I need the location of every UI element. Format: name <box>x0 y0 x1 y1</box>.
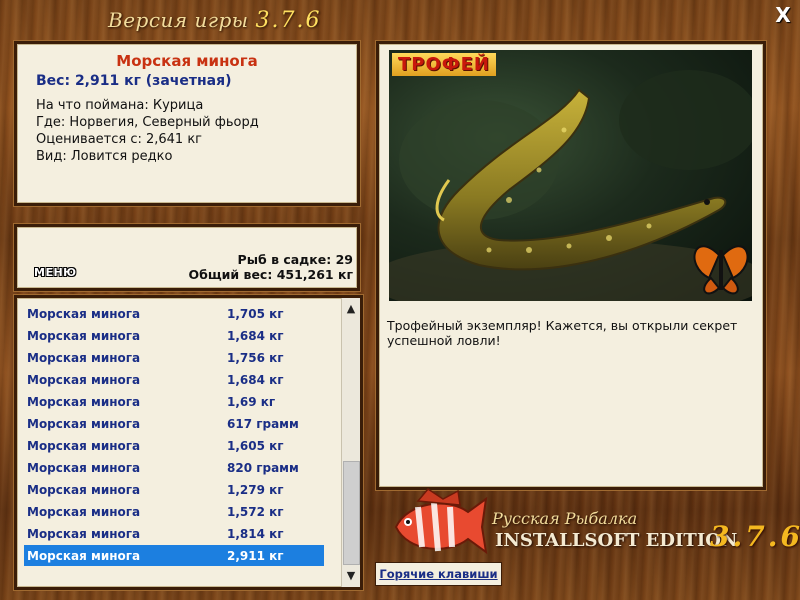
min-weight-info: Оценивается с: 2,641 кг <box>36 132 203 147</box>
brand-title: Русская Рыбалка <box>492 509 638 528</box>
list-item-weight: 1,605 кг <box>227 439 284 453</box>
scrollbar-thumb[interactable] <box>343 461 360 565</box>
hotkeys-button[interactable]: Горячие клавиши <box>375 562 502 586</box>
list-item-name: Морская минога <box>27 527 141 541</box>
list-item-weight: 820 грамм <box>227 461 299 475</box>
list-item-weight: 2,911 кг <box>227 549 284 563</box>
catch-info-panel: Морская минога Вес: 2,911 кг (зачетная) … <box>14 41 360 206</box>
brand-edition: INSTALLSOFT EDITION <box>495 530 738 551</box>
close-icon[interactable]: X <box>772 4 794 26</box>
list-item-name: Морская минога <box>27 307 141 321</box>
menu-button[interactable]: МЕНЮ <box>34 266 77 279</box>
location-info: Где: Норвегия, Северный фьорд <box>36 115 259 130</box>
list-item[interactable]: Морская минога 1,572 кг <box>24 501 324 522</box>
list-item-name: Морская минога <box>27 505 141 519</box>
window-title: Версия игры 3.7.6 <box>108 8 321 33</box>
list-item-weight: 1,572 кг <box>227 505 284 519</box>
list-item-weight: 1,684 кг <box>227 373 284 387</box>
list-item-weight: 617 грамм <box>227 417 299 431</box>
list-item-name: Морская минога <box>27 549 141 563</box>
list-item[interactable]: Морская минога 1,705 кг <box>24 303 324 324</box>
list-item-weight: 1,684 кг <box>227 329 284 343</box>
list-item[interactable]: Морская минога 1,684 кг <box>24 369 324 390</box>
catch-list[interactable]: Морская минога 1,705 кг Морская минога 1,68… <box>14 295 363 590</box>
list-item-name: Морская минога <box>27 439 141 453</box>
trophy-badge: ТРОФЕЙ <box>392 53 496 76</box>
chevron-down-icon[interactable]: ▼ <box>342 567 360 585</box>
list-item[interactable]: Морская минога 1,814 кг <box>24 523 324 544</box>
list-item-weight: 1,814 кг <box>227 527 284 541</box>
list-item[interactable]: Морская минога 1,279 кг <box>24 479 324 500</box>
list-item[interactable]: Морская минога 1,756 кг <box>24 347 324 368</box>
fish-weight: Вес: 2,911 кг (зачетная) <box>36 73 232 89</box>
list-item-name: Морская минога <box>27 417 141 431</box>
list-item[interactable]: Морская минога 617 грамм <box>24 413 324 434</box>
list-item-name: Морская минога <box>27 395 141 409</box>
fish-logo <box>388 487 492 562</box>
trophy-message: Трофейный экземпляр! Кажется, вы открыли… <box>387 318 738 348</box>
trophy-detail-panel: ТРОФЕЙ Трофейный экземпляр! Кажется, вы … <box>376 41 766 490</box>
list-item-weight: 1,705 кг <box>227 307 284 321</box>
title-version: 3.7.6 <box>255 8 322 33</box>
fish-count: Рыб в садке: 29 <box>237 252 353 267</box>
fish-name: Морская минога <box>116 52 258 70</box>
stats-panel: Рыб в садке: 29 Общий вес: 451,261 кг <box>14 224 360 291</box>
rarity-info: Вид: Ловится редко <box>36 149 173 164</box>
list-item-weight: 1,756 кг <box>227 351 284 365</box>
list-item[interactable]: Морская минога 820 грамм <box>24 457 324 478</box>
list-item-weight: 1,69 кг <box>227 395 276 409</box>
bait-info: На что поймана: Курица <box>36 98 204 113</box>
list-item[interactable]: Морская минога 1,69 кг <box>24 391 324 412</box>
list-item[interactable]: Морская минога 1,684 кг <box>24 325 324 346</box>
list-item-name: Морская минога <box>27 329 141 343</box>
fish-photo: ТРОФЕЙ <box>389 50 752 301</box>
list-item-name: Морская минога <box>27 461 141 475</box>
title-prefix: Версия игры <box>108 8 249 32</box>
list-item-weight: 1,279 кг <box>227 483 284 497</box>
list-item[interactable]: Морская минога 1,605 кг <box>24 435 324 456</box>
chevron-up-icon[interactable]: ▲ <box>342 300 360 318</box>
list-item-name: Морская минога <box>27 483 141 497</box>
brand-version: 3.7.6 <box>710 520 800 553</box>
total-weight: Общий вес: 451,261 кг <box>188 267 354 282</box>
list-scrollbar[interactable]: ▲ ▼ <box>341 298 360 587</box>
lamprey-image <box>389 70 752 301</box>
list-item-name: Морская минога <box>27 373 141 387</box>
list-item-name: Морская минога <box>27 351 141 365</box>
list-item[interactable]: Морская минога 2,911 кг <box>24 545 324 566</box>
